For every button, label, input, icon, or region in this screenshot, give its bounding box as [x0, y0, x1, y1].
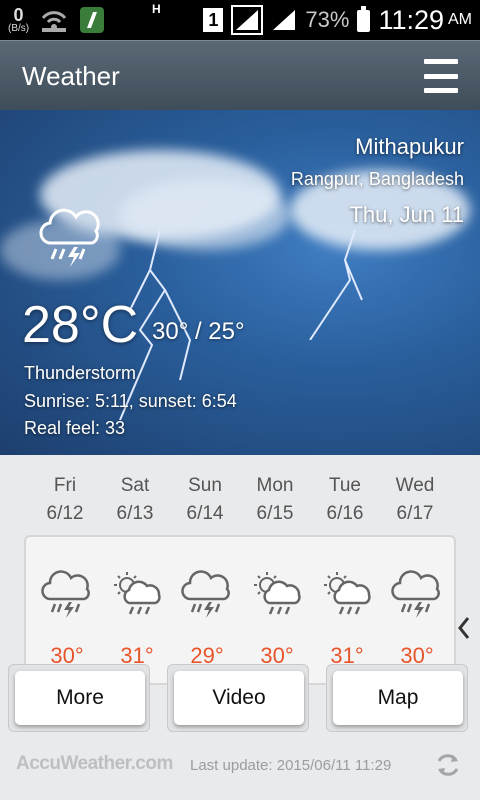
last-update-text: Last update: 2015/06/11 11:29: [190, 757, 392, 774]
data-count: 0: [13, 5, 24, 25]
clock-time: 11:29: [378, 4, 444, 35]
battery-icon: [357, 6, 371, 32]
video-button[interactable]: Video: [174, 671, 304, 725]
map-button[interactable]: Map: [333, 671, 463, 725]
video-button-container: Video: [167, 664, 309, 732]
chevron-left-icon[interactable]: [456, 614, 472, 642]
current-temperature: 28°C: [22, 296, 139, 354]
network-type-label: H: [152, 2, 161, 16]
forecast-day: Sun 6/14: [186, 475, 224, 524]
signal-strength-icon-sim1: [231, 5, 264, 35]
location-region: Rangpur, Bangladesh: [290, 169, 464, 189]
more-button-container: More: [8, 664, 150, 732]
partly-sunny-rain-icon: [312, 569, 382, 619]
partly-sunny-rain-icon: [102, 569, 172, 619]
refresh-icon[interactable]: [434, 751, 462, 779]
forecast-day: Mon 6/15: [256, 475, 294, 524]
forecast-day: Tue 6/16: [326, 475, 364, 524]
current-date: Thu, Jun 11: [349, 202, 464, 227]
hamburger-menu-icon[interactable]: [416, 53, 466, 99]
forecast-day: Sat 6/13: [116, 475, 154, 524]
data-rate-indicator: 0 (B/s): [8, 6, 29, 34]
status-bar: 0 (B/s) H 1 73% 11:29 AM: [0, 0, 480, 40]
battery-percent: 73%: [305, 7, 350, 32]
forecast-day: Fri 6/12: [46, 475, 84, 524]
forecast-day: Wed 6/17: [395, 475, 435, 524]
thunderstorm-icon: [382, 569, 452, 619]
map-button-container: Map: [326, 664, 468, 732]
data-rate-unit: (B/s): [8, 23, 30, 34]
sunrise-sunset: Sunrise: 5:11, sunset: 6:54: [24, 391, 237, 411]
current-condition: Thunderstorm: [24, 363, 137, 383]
app-notification-icon: [80, 7, 105, 33]
clock-ampm: AM: [448, 11, 472, 28]
high-low-temperature: 30° / 25°: [152, 318, 245, 345]
location-city[interactable]: Mithapukur: [355, 134, 464, 160]
forecast-day-headers: Fri 6/12 Sat 6/13 Sun 6/14 Mon 6/15 Tue 6/16 …: [30, 472, 450, 528]
thunderstorm-icon: [172, 569, 242, 619]
thunderstorm-icon: [39, 208, 100, 267]
forecast-icons-row: [32, 569, 452, 619]
current-conditions-panel: Mithapukur Rangpur, Bangladesh Thu, Jun …: [0, 110, 480, 455]
status-left-icons: 0 (B/s): [8, 2, 105, 38]
status-right-icons: 1 73% 11:29 AM: [203, 0, 472, 40]
real-feel: Real feel: 33: [24, 418, 126, 438]
forecast-card[interactable]: 30° 31° 29° 30° 31° 30°: [24, 535, 456, 685]
signal-strength-icon-sim2: [273, 10, 296, 30]
partly-sunny-rain-icon: [242, 569, 312, 619]
action-bar: Weather: [0, 40, 480, 110]
more-button[interactable]: More: [15, 671, 145, 725]
sim-slot-badge: 1: [203, 8, 224, 32]
wifi-hotspot-icon: [41, 11, 67, 32]
thunderstorm-icon: [32, 569, 102, 619]
lightning-bolt-graphic: [309, 230, 363, 340]
app-title: Weather: [22, 61, 120, 91]
accuweather-logo[interactable]: AccuWeather.com: [16, 753, 173, 775]
